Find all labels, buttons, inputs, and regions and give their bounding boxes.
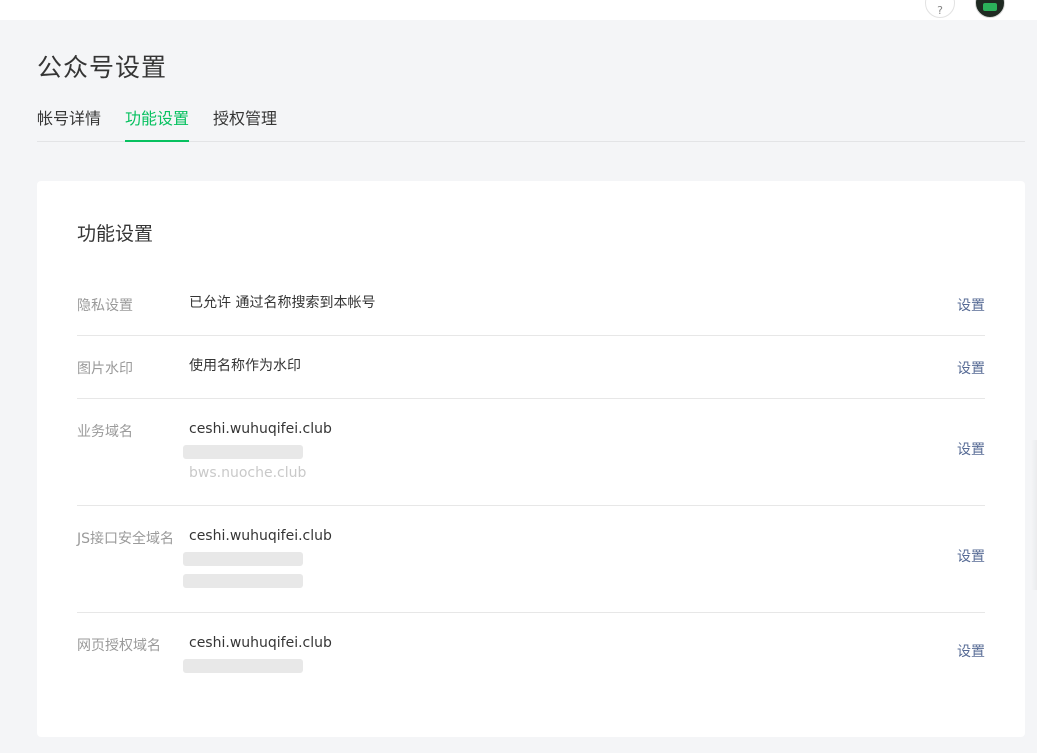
domain-entry-redacted (183, 441, 332, 463)
row-label: 图片水印 (77, 361, 133, 377)
row-value: ceshi.wuhuqifei.club bws.nuoche.club (183, 419, 332, 485)
domain-entry: ceshi.wuhuqifei.club (189, 421, 332, 437)
row-value-line: 已允许 通过名称搜索到本帐号 (189, 295, 376, 311)
row-value: 已允许 通过名称搜索到本帐号 (189, 293, 375, 315)
js-secure-domain-settings-link[interactable]: 设置 (957, 546, 985, 566)
domain-entry: bws.nuoche.club (189, 465, 307, 481)
business-domain-settings-link[interactable]: 设置 (957, 439, 985, 459)
settings-row-privacy: 隐私设置 已允许 通过名称搜索到本帐号 设置 (77, 275, 985, 336)
top-bar: ? (0, 0, 1037, 20)
domain-entry-redacted (183, 548, 332, 570)
row-label: 业务域名 (77, 424, 133, 440)
row-label: 隐私设置 (77, 298, 133, 314)
privacy-settings-link[interactable]: 设置 (957, 295, 985, 315)
tab-account-details[interactable]: 帐号详情 (37, 108, 101, 141)
row-label: JS接口安全域名 (77, 531, 175, 547)
avatar[interactable] (975, 0, 1005, 18)
domain-entry-redacted (183, 655, 332, 677)
domain-entry: ceshi.wuhuqifei.club (189, 528, 332, 544)
feature-settings-card: 功能设置 隐私设置 已允许 通过名称搜索到本帐号 设置 图片水印 使用名称作为水… (37, 181, 1025, 737)
row-value: ceshi.wuhuqifei.club (183, 633, 332, 677)
settings-row-watermark: 图片水印 使用名称作为水印 设置 (77, 336, 985, 399)
web-auth-domain-settings-link[interactable]: 设置 (957, 641, 985, 661)
domain-entry-redacted (183, 570, 332, 592)
card-title: 功能设置 (77, 223, 154, 245)
tab-authorization-management[interactable]: 授权管理 (213, 108, 277, 141)
watermark-settings-link[interactable]: 设置 (957, 358, 985, 378)
settings-row-js-secure-domain: JS接口安全域名 ceshi.wuhuqifei.club 设置 (77, 506, 985, 613)
tab-feature-settings[interactable]: 功能设置 (125, 108, 190, 142)
tab-bar: 帐号详情 功能设置 授权管理 (37, 108, 1025, 142)
scroll-edge-shadow (1031, 440, 1037, 590)
row-value: ceshi.wuhuqifei.club (183, 526, 332, 592)
page-title: 公众号设置 (37, 53, 168, 82)
settings-row-web-auth-domain: 网页授权域名 ceshi.wuhuqifei.club 设置 (77, 613, 985, 703)
row-label: 网页授权域名 (77, 638, 161, 654)
help-icon[interactable]: ? (925, 0, 955, 18)
row-value: 使用名称作为水印 (189, 356, 301, 378)
settings-row-business-domain: 业务域名 ceshi.wuhuqifei.club bws.nuoche.clu… (77, 399, 985, 506)
row-value-line: 使用名称作为水印 (189, 358, 301, 374)
domain-entry: ceshi.wuhuqifei.club (189, 635, 332, 651)
